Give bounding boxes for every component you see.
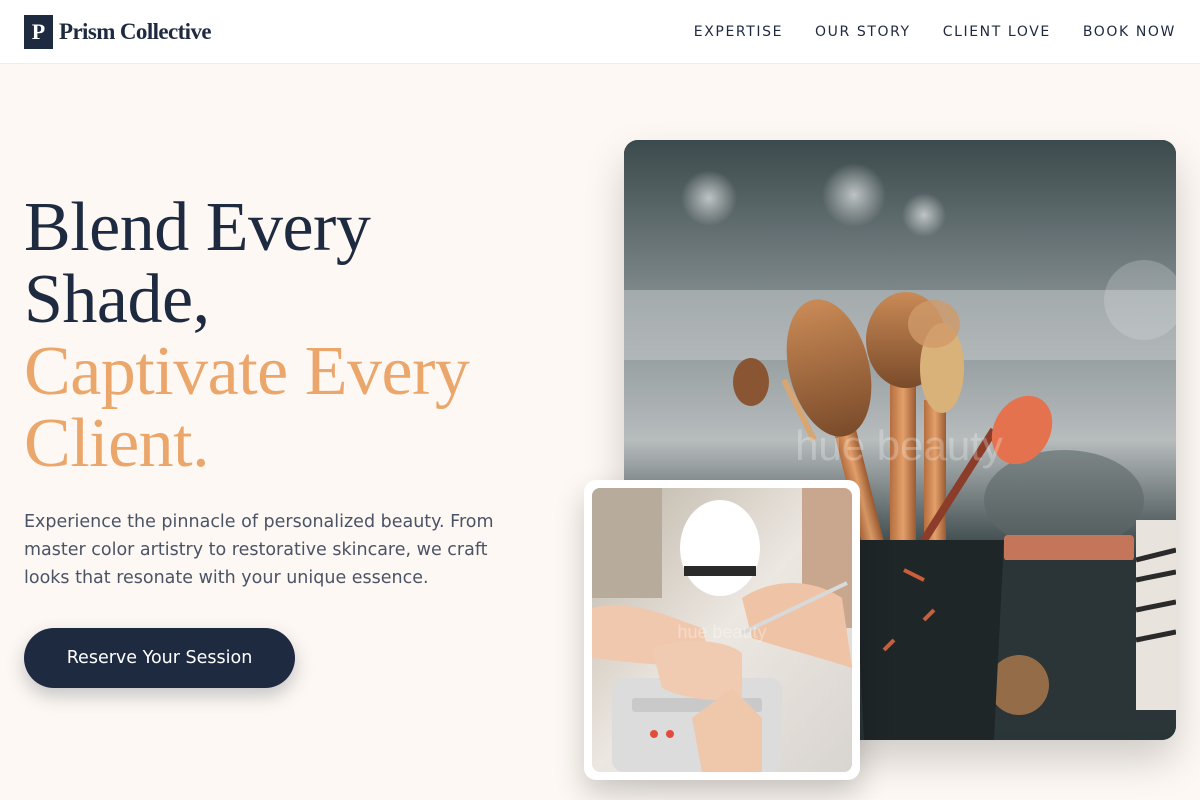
nav-link-our-story[interactable]: OUR STORY <box>815 24 911 40</box>
headline-primary: Blend Every Shade, <box>24 189 371 338</box>
hero-headline: Blend Every Shade, Captivate Every Clien… <box>24 192 544 480</box>
photo-watermark-small: hue beauty <box>677 622 766 642</box>
site-header: P Prism Collective EXPERTISE OUR STORY C… <box>0 0 1200 64</box>
hero-text: Blend Every Shade, Captivate Every Clien… <box>24 192 544 592</box>
nav-link-client-love[interactable]: CLIENT LOVE <box>943 24 1051 40</box>
headline-accent: Captivate Every Client. <box>24 333 470 482</box>
photo-watermark: hue beauty <box>795 422 1003 469</box>
nail-treatment-photo: hue beauty <box>592 488 852 772</box>
hero-subtext: Experience the pinnacle of personalized … <box>24 512 494 588</box>
nav-link-expertise[interactable]: EXPERTISE <box>694 24 783 40</box>
brand[interactable]: P Prism Collective <box>24 14 212 49</box>
main-nav: EXPERTISE OUR STORY CLIENT LOVE BOOK NOW <box>694 24 1176 40</box>
brand-logo: P <box>24 14 53 49</box>
reserve-session-button[interactable]: Reserve Your Session <box>24 628 295 688</box>
nav-link-book-now[interactable]: BOOK NOW <box>1083 24 1176 40</box>
nail-treatment-illustration: hue beauty <box>592 488 852 772</box>
nail-treatment-photo-frame: hue beauty <box>584 480 860 780</box>
brand-name: Prism Collective <box>59 18 212 44</box>
